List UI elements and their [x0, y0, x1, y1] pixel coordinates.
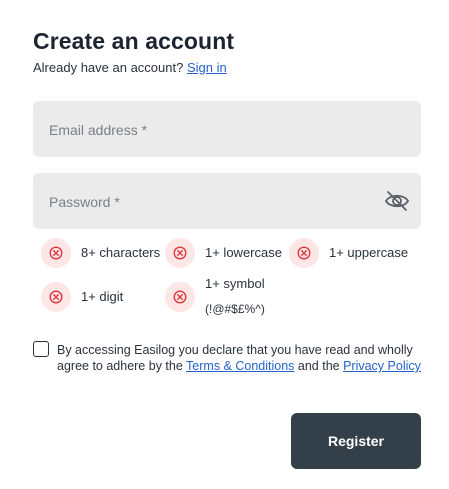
- rule-label: 1+ symbol (!@#$£%^): [205, 276, 265, 317]
- x-circle-icon: [165, 282, 195, 312]
- register-button[interactable]: Register: [291, 413, 421, 469]
- consent-text-middle: and the: [294, 359, 344, 373]
- signin-prompt-text: Already have an account?: [33, 60, 184, 75]
- privacy-policy-link[interactable]: Privacy Policy: [343, 359, 421, 373]
- rule-label: 1+ digit: [81, 289, 124, 304]
- rule-symbol: 1+ symbol (!@#$£%^): [165, 276, 265, 317]
- rule-digit: 1+ digit: [41, 282, 123, 312]
- eye-slash-icon[interactable]: [384, 189, 410, 213]
- consent-checkbox[interactable]: [33, 341, 49, 357]
- consent-text: By accessing Easilog you declare that yo…: [57, 342, 429, 374]
- email-field[interactable]: Email address *: [33, 101, 421, 157]
- password-field[interactable]: Password *: [33, 173, 421, 229]
- email-placeholder: Email address *: [49, 122, 148, 138]
- rule-label-line2: (!@#$£%^): [205, 302, 265, 316]
- rule-lowercase: 1+ lowercase: [165, 238, 282, 268]
- rule-label-line1: 1+ symbol: [205, 276, 265, 291]
- x-circle-icon: [165, 238, 195, 268]
- terms-link[interactable]: Terms & Conditions: [186, 359, 294, 373]
- rule-label: 1+ lowercase: [205, 245, 282, 260]
- page-title: Create an account: [33, 28, 235, 54]
- x-circle-icon: [41, 238, 71, 268]
- signin-link[interactable]: Sign in: [187, 60, 227, 75]
- signin-prompt: Already have an account? Sign in: [33, 60, 227, 75]
- password-placeholder: Password *: [49, 194, 120, 210]
- x-circle-icon: [289, 238, 319, 268]
- rule-8-characters: 8+ characters: [41, 238, 160, 268]
- x-circle-icon: [41, 282, 71, 312]
- rule-label: 1+ uppercase: [329, 245, 409, 260]
- rule-label: 8+ characters: [81, 245, 161, 260]
- rule-uppercase: 1+ uppercase: [289, 238, 408, 268]
